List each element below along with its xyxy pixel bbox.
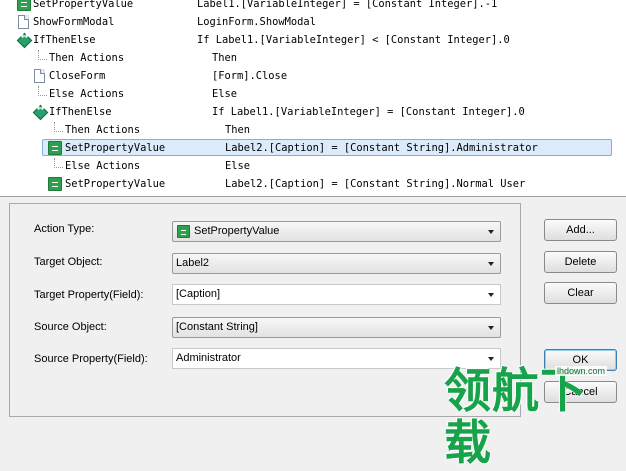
tree-row[interactable]: Else Actions Else <box>0 158 626 174</box>
ok-button[interactable]: OK <box>544 349 617 371</box>
target-property-combo[interactable]: [Caption] <box>172 284 501 305</box>
document-icon <box>34 69 45 83</box>
source-object-select[interactable]: [Constant String] <box>172 317 501 338</box>
tree-row-value: If Label1.[VariableInteger] = [Constant … <box>212 106 525 118</box>
green-action-icon <box>177 225 190 238</box>
target-property-value[interactable]: [Caption] <box>176 285 220 304</box>
source-object-value: [Constant String] <box>176 321 258 333</box>
source-property-value[interactable]: Administrator <box>176 349 241 368</box>
tree-row-value: If Label1.[VariableInteger] < [Constant … <box>197 34 510 46</box>
tree-connector-icon <box>54 122 63 132</box>
tree-row[interactable]: IfThenElse If Label1.[VariableInteger] <… <box>0 32 626 48</box>
tree-row-name: SetPropertyValue <box>33 0 134 10</box>
green-action-icon <box>48 177 62 191</box>
tree-row[interactable]: SetPropertyValue Label1.[VariableInteger… <box>0 0 626 12</box>
tree-row-name: Then Actions <box>49 52 125 64</box>
chevron-down-icon[interactable] <box>488 262 494 266</box>
tree-row-value: Label1.[VariableInteger] = [Constant Int… <box>197 0 498 10</box>
tree-row-value: Then <box>212 52 238 64</box>
action-tree[interactable]: SetPropertyValue Label1.[VariableInteger… <box>0 0 626 197</box>
tree-connector-icon <box>38 86 47 96</box>
tree-row[interactable]: ShowFormModal LoginForm.ShowModal <box>0 14 626 30</box>
tree-connector-icon <box>54 158 63 168</box>
tree-row-value: Label2.[Caption] = [Constant String].Adm… <box>225 142 538 154</box>
target-object-select[interactable]: Label2 <box>172 253 501 274</box>
tree-row-value: Label2.[Caption] = [Constant String].Nor… <box>225 178 526 190</box>
document-icon <box>18 15 29 29</box>
chevron-down-icon[interactable] <box>488 230 494 234</box>
action-type-label: Action Type: <box>34 223 95 235</box>
tree-row-value: Else <box>212 88 238 100</box>
diamond-condition-icon <box>33 104 47 119</box>
tree-row[interactable]: Then Actions Then <box>0 122 626 138</box>
tree-row-name: CloseForm <box>49 70 106 82</box>
chevron-down-icon[interactable] <box>488 293 494 297</box>
target-object-value: Label2 <box>176 257 210 269</box>
delete-button[interactable]: Delete <box>544 251 617 273</box>
tree-row-name: ShowFormModal <box>33 16 115 28</box>
tree-row-value: LoginForm.ShowModal <box>197 16 316 28</box>
tree-row-name: SetPropertyValue <box>65 142 166 154</box>
tree-row-name: SetPropertyValue <box>65 178 166 190</box>
chevron-down-icon[interactable] <box>488 326 494 330</box>
tree-row-name: Else Actions <box>65 160 141 172</box>
source-property-label: Source Property(Field): <box>34 353 148 365</box>
tree-row-value: Then <box>225 124 251 136</box>
target-object-label: Target Object: <box>34 256 103 268</box>
tree-row-selected[interactable]: SetPropertyValue Label2.[Caption] = [Con… <box>0 139 626 156</box>
green-action-icon <box>48 141 62 155</box>
add-button[interactable]: Add... <box>544 219 617 241</box>
source-object-label: Source Object: <box>34 321 107 333</box>
clear-button[interactable]: Clear <box>544 282 617 304</box>
tree-row-value: [Form].Close <box>212 70 288 82</box>
tree-row-name: IfThenElse <box>49 106 112 118</box>
tree-row[interactable]: IfThenElse If Label1.[VariableInteger] =… <box>0 104 626 120</box>
tree-row-name: Else Actions <box>49 88 125 100</box>
tree-row[interactable]: Then Actions Then <box>0 50 626 66</box>
target-property-label: Target Property(Field): <box>34 289 144 301</box>
tree-row-value: Else <box>225 160 251 172</box>
cancel-button[interactable]: Cancel <box>544 381 617 403</box>
source-property-combo[interactable]: Administrator <box>172 348 501 369</box>
tree-connector-icon <box>38 50 47 60</box>
tree-row[interactable]: Else Actions Else <box>0 86 626 102</box>
tree-row-name: IfThenElse <box>33 34 96 46</box>
action-type-value: SetPropertyValue <box>194 225 280 237</box>
tree-row[interactable]: SetPropertyValue Label2.[Caption] = [Con… <box>0 176 626 192</box>
diamond-condition-icon <box>17 32 31 47</box>
tree-row-name: Then Actions <box>65 124 141 136</box>
tree-row[interactable]: CloseForm [Form].Close <box>0 68 626 84</box>
chevron-down-icon[interactable] <box>488 357 494 361</box>
action-type-select[interactable]: SetPropertyValue <box>172 221 501 242</box>
green-action-icon <box>17 0 31 11</box>
